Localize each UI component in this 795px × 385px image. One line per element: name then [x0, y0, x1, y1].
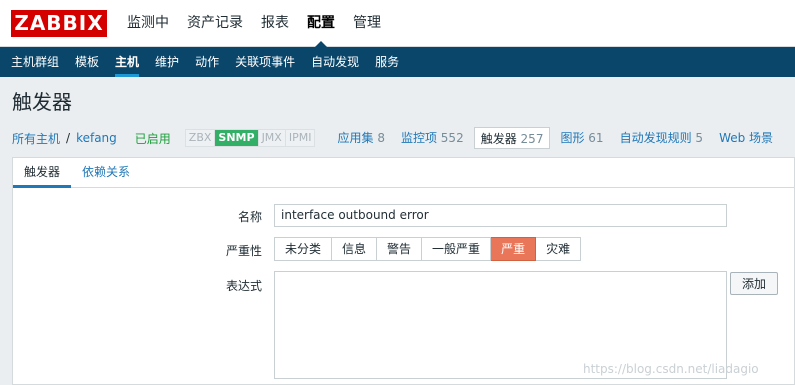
- host-tab-discovery-rules[interactable]: 自动发现规则 5: [614, 127, 709, 149]
- severity-disaster[interactable]: 灾难: [536, 237, 582, 261]
- sub-menu-event-correlation[interactable]: 关联项事件: [227, 47, 303, 77]
- main-menu-administration[interactable]: 管理: [344, 0, 390, 47]
- main-menu-reports[interactable]: 报表: [252, 0, 298, 47]
- availability-indicators: ZBX SNMP JMX IPMI: [184, 129, 316, 147]
- severity-high[interactable]: 严重: [491, 237, 537, 261]
- host-tab-items[interactable]: 监控项 552: [395, 127, 470, 149]
- host-navigation: 所有主机 / kefang 已启用 ZBX SNMP JMX IPMI 应用集 …: [12, 126, 795, 150]
- sub-menu-discovery[interactable]: 自动发现: [303, 47, 367, 77]
- main-menu: 监测中 资产记录 报表 配置 管理: [118, 0, 390, 48]
- sub-menu-actions[interactable]: 动作: [187, 47, 227, 77]
- tab-trigger[interactable]: 触发器: [13, 158, 72, 188]
- expression-label: 表达式: [225, 279, 262, 293]
- availability-ipmi: IPMI: [284, 130, 315, 146]
- host-status-enabled[interactable]: 已启用: [135, 130, 171, 147]
- severity-selector: 未分类 信息 警告 一般严重 严重 灾难: [274, 237, 582, 261]
- add-expression-button[interactable]: 添加: [730, 272, 778, 295]
- sub-menu-host-groups[interactable]: 主机群组: [3, 47, 67, 77]
- page-title: 触发器: [12, 90, 72, 114]
- availability-snmp: SNMP: [214, 130, 258, 146]
- all-hosts-link[interactable]: 所有主机: [12, 130, 60, 147]
- host-tab-triggers[interactable]: 触发器 257: [473, 127, 551, 149]
- severity-warning[interactable]: 警告: [377, 237, 423, 261]
- sub-menu-services[interactable]: 服务: [367, 47, 407, 77]
- severity-not-classified[interactable]: 未分类: [274, 237, 333, 261]
- availability-jmx: JMX: [257, 130, 285, 146]
- form-tabs: 触发器 依赖关系: [13, 158, 794, 188]
- host-link[interactable]: kefang: [76, 131, 117, 145]
- sub-menu: 主机群组 模板 主机 维护 动作 关联项事件 自动发现 服务: [0, 47, 795, 77]
- host-tab-applications[interactable]: 应用集 8: [331, 127, 390, 149]
- watermark: https://blog.csdn.net/liadagio: [583, 362, 759, 376]
- trigger-form-panel: 触发器 依赖关系 名称 interface outbound error 严重性…: [12, 157, 795, 385]
- main-menu-inventory[interactable]: 资产记录: [178, 0, 252, 47]
- breadcrumb-separator: /: [66, 131, 71, 145]
- name-label: 名称: [237, 210, 262, 224]
- sub-menu-templates[interactable]: 模板: [67, 47, 107, 77]
- sub-menu-hosts[interactable]: 主机: [107, 47, 147, 77]
- host-tab-web-scenarios[interactable]: Web 场景: [713, 127, 779, 149]
- name-input[interactable]: interface outbound error: [274, 204, 727, 227]
- zabbix-logo[interactable]: ZABBIX: [11, 10, 107, 37]
- severity-label: 严重性: [225, 244, 262, 258]
- main-menu-configuration[interactable]: 配置: [298, 0, 344, 48]
- main-menu-monitoring[interactable]: 监测中: [118, 0, 178, 47]
- availability-zbx: ZBX: [185, 130, 215, 146]
- host-tab-graphs[interactable]: 图形 61: [554, 127, 609, 149]
- top-bar: ZABBIX 监测中 资产记录 报表 配置 管理: [0, 0, 795, 48]
- tab-dependencies[interactable]: 依赖关系: [71, 158, 141, 188]
- severity-average[interactable]: 一般严重: [422, 237, 492, 261]
- sub-menu-maintenance[interactable]: 维护: [147, 47, 187, 77]
- host-tab-nav: 应用集 8 监控项 552 触发器 257 图形 61 自动发现规则 5 Web…: [331, 127, 783, 149]
- severity-information[interactable]: 信息: [332, 237, 378, 261]
